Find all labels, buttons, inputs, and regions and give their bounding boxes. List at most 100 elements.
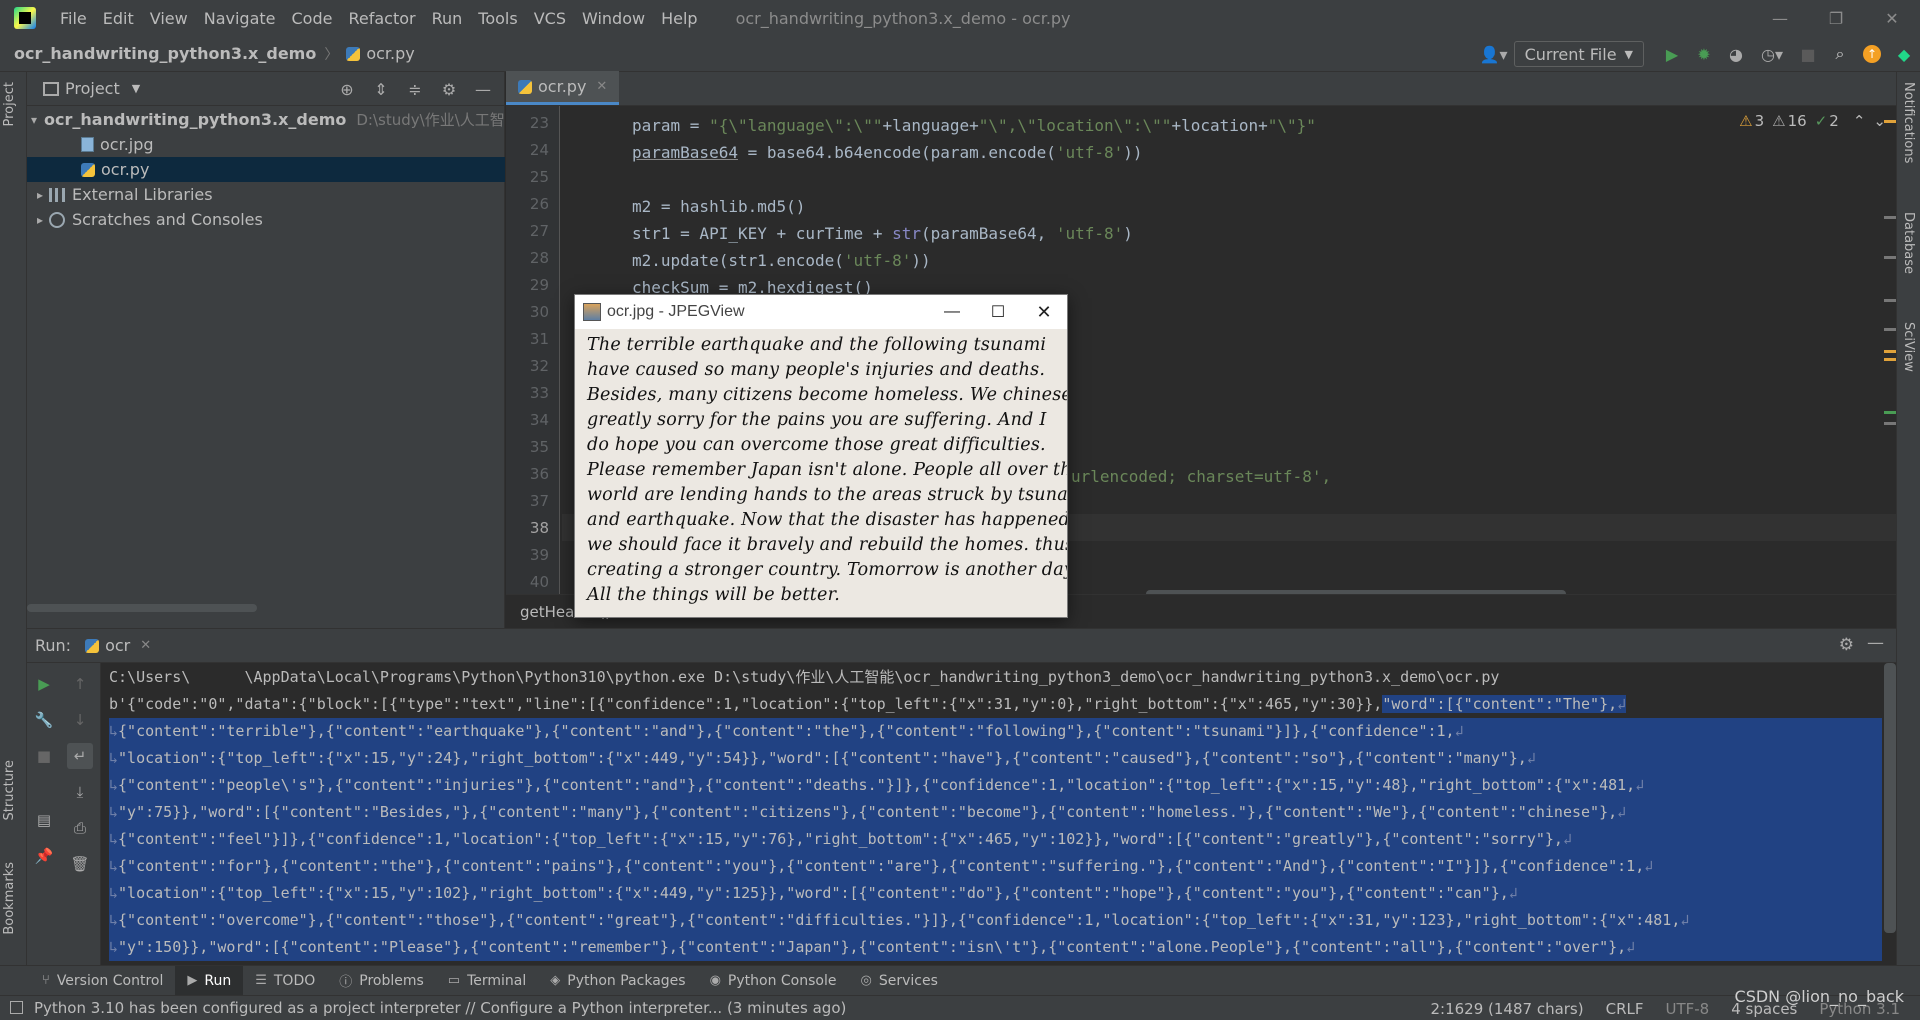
tab-ocr-py[interactable]: ocr.py ✕ [506, 71, 620, 105]
coverage-icon[interactable]: ◕ [1723, 41, 1749, 67]
minimize-button[interactable]: — [1752, 0, 1808, 36]
menu-help[interactable]: Help [653, 9, 705, 28]
debug-icon[interactable]: ✹ [1691, 41, 1717, 67]
layout-icon[interactable]: ▤ [31, 807, 57, 833]
line-number: 28 [529, 249, 549, 267]
maximize-button[interactable]: ☐ [975, 295, 1021, 329]
close-window-button[interactable]: ✕ [1864, 0, 1920, 36]
gear-icon[interactable]: ⚙ [436, 76, 462, 102]
warning-marker[interactable] [1884, 120, 1896, 123]
hide-icon[interactable]: — [1867, 633, 1884, 653]
update-icon[interactable]: ↑ [1859, 41, 1885, 67]
menu-file[interactable]: File [52, 9, 95, 28]
menu-window[interactable]: Window [574, 9, 653, 28]
tool-tab-problems[interactable]: ⓘ Problems [327, 966, 436, 996]
caret-position[interactable]: 2:1629 (1487 chars) [1430, 1000, 1583, 1018]
print-icon[interactable]: ⎙ [67, 815, 93, 841]
rerun-icon[interactable]: ▶ [31, 671, 57, 697]
breadcrumb-project[interactable]: ocr_handwriting_python3.x_demo [14, 44, 316, 63]
gear-icon[interactable]: ⚙ [1839, 635, 1854, 655]
tool-tab-todo[interactable]: ☰ TODO [243, 966, 327, 996]
restore-button[interactable]: ❐ [1808, 0, 1864, 36]
pin-icon[interactable]: 📌 [31, 843, 57, 869]
notifications-tool-tab[interactable]: Notifications [1901, 82, 1916, 163]
tree-item-project-root[interactable]: ▾ ocr_handwriting_python3.x_demo D:\stud… [27, 107, 505, 132]
inspection-widget[interactable]: ⚠ 3 ⚠ 16 ✓ 2 ⌃ ⌄ [1731, 112, 1886, 130]
weak-warning-marker[interactable] [1884, 422, 1896, 425]
chevron-down-icon[interactable]: ▼ [132, 82, 140, 95]
python-icon: ◉ [709, 973, 721, 988]
tool-tab-version-control[interactable]: ⑂ Version Control [30, 966, 175, 996]
breadcrumb-file[interactable]: ocr.py [346, 44, 415, 63]
console-line-selected: ↳{"content":"people\'s"},{"content":"inj… [109, 772, 1882, 799]
image-viewer-titlebar[interactable]: ocr.jpg - JPEGView — ☐ ✕ [575, 295, 1067, 329]
menu-tools[interactable]: Tools [470, 9, 525, 28]
tree-item-ocr-jpg[interactable]: ocr.jpg [27, 132, 505, 157]
line-separator[interactable]: CRLF [1606, 1000, 1644, 1018]
run-tab-ocr[interactable]: ocr ✕ [85, 636, 151, 655]
collapse-all-icon[interactable]: ≑ [402, 76, 428, 102]
console-scrollbar[interactable] [1884, 663, 1896, 933]
layout-toggle-icon[interactable] [10, 1001, 23, 1014]
close-button[interactable]: ✕ [1021, 295, 1067, 329]
menu-view[interactable]: View [142, 9, 196, 28]
console-line-selected: ↳"y":150}},"word":[{"content":"Please"},… [109, 934, 1882, 961]
close-icon[interactable]: ✕ [140, 638, 151, 653]
scroll-up-icon[interactable]: ↑ [67, 671, 93, 697]
warning-marker[interactable] [1884, 350, 1896, 353]
run-icon[interactable]: ▶ [1659, 41, 1685, 67]
structure-tool-tab[interactable]: Structure [2, 760, 17, 820]
tool-tab-python-console[interactable]: ◉ Python Console [698, 966, 849, 996]
hide-icon[interactable]: — [470, 76, 496, 102]
chevron-up-icon[interactable]: ⌃ [1853, 112, 1866, 130]
menu-navigate[interactable]: Navigate [196, 9, 284, 28]
scroll-down-icon[interactable]: ↓ [67, 707, 93, 733]
weak-warning-marker[interactable] [1884, 256, 1896, 259]
soft-wrap-icon[interactable]: ↵ [67, 743, 93, 769]
project-tool-tab[interactable]: Project [2, 82, 17, 126]
search-icon[interactable]: ⌕ [1827, 41, 1853, 67]
locate-icon[interactable]: ⊕ [334, 76, 360, 102]
minimize-button[interactable]: — [929, 295, 975, 329]
file-encoding[interactable]: UTF-8 [1666, 1000, 1710, 1018]
menu-vcs[interactable]: VCS [526, 9, 574, 28]
database-tool-tab[interactable]: Database [1901, 212, 1916, 274]
python-file-icon [85, 638, 100, 653]
wrench-icon[interactable]: 🔧 [31, 707, 57, 733]
change-marker[interactable] [1884, 411, 1896, 414]
code-line-27: str1 = API_KEY + curTime + str(paramBase… [632, 224, 1133, 243]
tree-item-external-libraries[interactable]: ▸ External Libraries [27, 182, 505, 207]
run-config-select[interactable]: Current File ▼ [1513, 41, 1644, 67]
tree-item-scratches[interactable]: ▸ Scratches and Consoles [27, 207, 505, 232]
menu-refactor[interactable]: Refactor [340, 9, 423, 28]
horizontal-scrollbar[interactable] [27, 604, 257, 612]
line-number: 26 [529, 195, 549, 213]
jetbrains-gateway-icon[interactable]: ◆ [1891, 41, 1917, 67]
user-icon[interactable]: 👤▾ [1477, 41, 1511, 67]
weak-warning-marker[interactable] [1884, 299, 1896, 302]
menu-code[interactable]: Code [284, 9, 341, 28]
menu-run[interactable]: Run [424, 9, 471, 28]
stop-icon[interactable]: ■ [31, 743, 57, 769]
close-icon[interactable]: ✕ [596, 79, 607, 94]
warning-marker[interactable] [1884, 358, 1896, 361]
menu-edit[interactable]: Edit [95, 9, 142, 28]
editor-error-stripe[interactable] [1882, 106, 1896, 594]
console-output[interactable]: C:\Users\ \AppData\Local\Programs\Python… [109, 663, 1882, 966]
trash-icon[interactable]: 🗑 [67, 851, 93, 877]
weak-warning-marker[interactable] [1884, 216, 1896, 219]
profile-icon[interactable]: ◷▾ [1755, 41, 1789, 67]
weak-warning-marker[interactable] [1884, 328, 1896, 331]
tree-item-ocr-py[interactable]: ocr.py [27, 157, 505, 182]
expand-all-icon[interactable]: ⇕ [368, 76, 394, 102]
tool-tab-terminal[interactable]: ▭ Terminal [436, 966, 538, 996]
sciview-tool-tab[interactable]: SciView [1901, 322, 1916, 372]
tool-tab-services[interactable]: ◎ Services [848, 966, 949, 996]
bookmarks-tool-tab[interactable]: Bookmarks [2, 862, 17, 935]
status-message[interactable]: Python 3.10 has been configured as a pro… [34, 999, 846, 1017]
tool-tab-python-packages[interactable]: ◈ Python Packages [538, 966, 697, 996]
tool-tab-run[interactable]: ▶ Run [175, 965, 244, 996]
scroll-to-end-icon[interactable]: ⤓ [67, 779, 93, 805]
stop-icon[interactable]: ■ [1795, 41, 1821, 67]
project-panel-title[interactable]: Project [65, 79, 120, 98]
